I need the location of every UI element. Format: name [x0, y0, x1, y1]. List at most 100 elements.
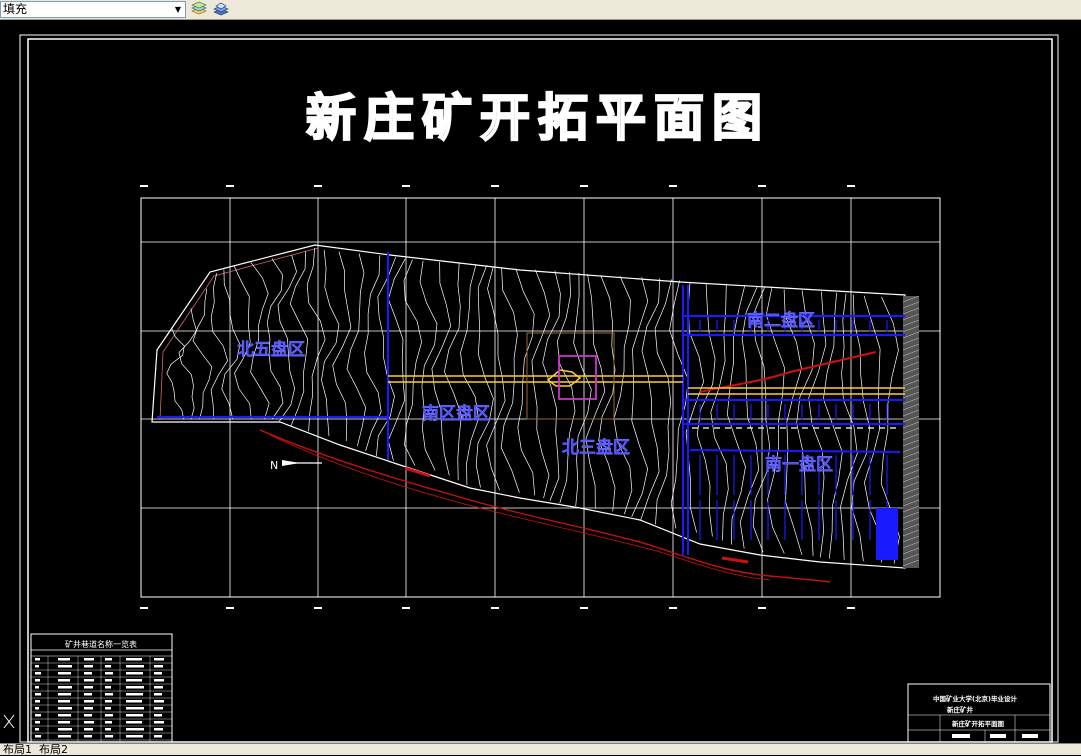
drawing-title: 新庄矿开拓平面图 [306, 89, 770, 147]
legend-cell-text [58, 686, 72, 689]
legend-cell-text [35, 707, 39, 710]
legend-cell-text [84, 693, 92, 696]
legend-cell-text [58, 665, 72, 668]
contour-line [266, 258, 284, 420]
contour-line [823, 292, 843, 559]
chevron-down-icon[interactable]: ▼ [172, 3, 184, 16]
layout-tab-bar: 布局1 布局2 [0, 743, 1081, 755]
legend-cell-text [105, 714, 113, 717]
contour-line [277, 254, 297, 422]
legend-cell-text [35, 693, 41, 696]
panel-label-north-three: 北三盘区 [562, 437, 630, 458]
legend-cell-text [154, 665, 163, 668]
legend-cell-text [58, 721, 70, 724]
contour-line [306, 247, 326, 432]
legend-cell-text [154, 658, 164, 661]
contour-line [598, 274, 616, 512]
title-block-drawing-name: 新庄矿开拓平面图 [952, 719, 1005, 728]
contour-line [192, 288, 213, 420]
contour-line [166, 327, 185, 420]
roadway-table-title: 矿井巷道名称一览表 [65, 639, 137, 649]
title-block-university: 中国矿业大学(北京)毕业设计 [933, 694, 1017, 703]
contour-line [431, 261, 452, 476]
legend-cell-text [154, 735, 162, 738]
legend-cell-text [126, 658, 142, 661]
contour-line [710, 283, 729, 541]
legend-cell-text [154, 714, 162, 717]
contour-line [289, 251, 309, 427]
legend-cell-text [154, 728, 163, 731]
south-boundary-road [259, 429, 831, 583]
contour-line [631, 277, 649, 517]
legend-cell-text [58, 735, 71, 738]
contour-line [321, 249, 340, 437]
legend-cell-text [84, 686, 93, 689]
legend-cell-text [84, 679, 94, 682]
legend-cell-text [35, 735, 41, 738]
legend-cell-text [84, 721, 94, 724]
contour-line [460, 264, 479, 486]
legend-cell-text [35, 714, 41, 717]
legend-cell-text [58, 700, 70, 703]
legend-cell-text [58, 672, 71, 675]
legend-cell-text [126, 714, 143, 717]
contour-line [419, 260, 438, 471]
contour-line [573, 272, 592, 507]
tab-layout-1[interactable]: 布局1 [0, 744, 35, 755]
layer-states-icon[interactable] [212, 1, 230, 18]
legend-cell-text [126, 665, 144, 668]
legend-cell-text [154, 672, 162, 675]
legend-cell-text [105, 665, 111, 668]
property-combo-value: 填充 [3, 2, 28, 16]
toolbar: 填充 ▼ [0, 0, 1081, 20]
legend-cell-text [105, 700, 112, 703]
contour-line [210, 273, 228, 420]
legend-cell-text [35, 672, 41, 675]
contour-line [387, 258, 406, 461]
legend-cell-text [126, 721, 142, 724]
drawing-canvas[interactable]: 新庄矿开拓平面图 北五盘区 南区盘区 北三盘区 南二盘区 南一盘区 N 矿井巷道… [0, 20, 1081, 743]
legend-cell-text [84, 700, 94, 703]
legend-cell-text [126, 672, 143, 675]
legend-cell-text [58, 707, 72, 710]
title-block: 中国矿业大学(北京)毕业设计 新庄矿井 新庄矿开拓平面图 [907, 683, 1051, 743]
layer-manager-icon[interactable] [190, 1, 208, 18]
ucs-icon [3, 714, 15, 729]
legend-cell-text [105, 735, 113, 738]
contour-line [403, 259, 422, 466]
legend-cell-text [58, 728, 72, 731]
legend-cell-text [35, 665, 39, 668]
south-boundary-road-2 [269, 434, 771, 581]
legend-cell-text [105, 672, 113, 675]
legend-cell-text [126, 728, 144, 731]
legend-cell-text [35, 721, 40, 724]
legend-cell-text [154, 693, 162, 696]
main-haulage-roadway [388, 369, 905, 395]
legend-cell-text [126, 700, 142, 703]
blue-block [876, 508, 898, 560]
map-frame [140, 197, 941, 598]
contour-line [531, 269, 551, 499]
tab-layout-2[interactable]: 布局2 [36, 744, 71, 755]
legend-cell-text [154, 700, 164, 703]
legend-cell-text [58, 679, 70, 682]
river-line [699, 351, 877, 393]
property-combo[interactable]: 填充 ▼ [0, 1, 186, 18]
contour-line [613, 276, 633, 515]
legend-cell-text [35, 658, 40, 661]
fault-mark-2 [721, 556, 749, 564]
legend-cell-text [154, 721, 164, 724]
panel-label-south-two: 南二盘区 [747, 310, 815, 331]
legend-cell-text [58, 658, 70, 661]
legend-cell-text [84, 658, 94, 661]
legend-cell-text [105, 658, 112, 661]
north-arrow: N [270, 459, 322, 472]
contour-line [444, 263, 462, 481]
legend-cell-text [154, 679, 164, 682]
drawing-svg: 新庄矿开拓平面图 北五盘区 南区盘区 北三盘区 南二盘区 南一盘区 N 矿井巷道… [3, 34, 1059, 743]
panel-label-south-area: 南区盘区 [422, 403, 490, 424]
legend-cell-text [126, 686, 144, 689]
legend-cell-text [105, 693, 113, 696]
boundary-inner-line [159, 247, 319, 421]
legend-cell-text [154, 707, 163, 710]
